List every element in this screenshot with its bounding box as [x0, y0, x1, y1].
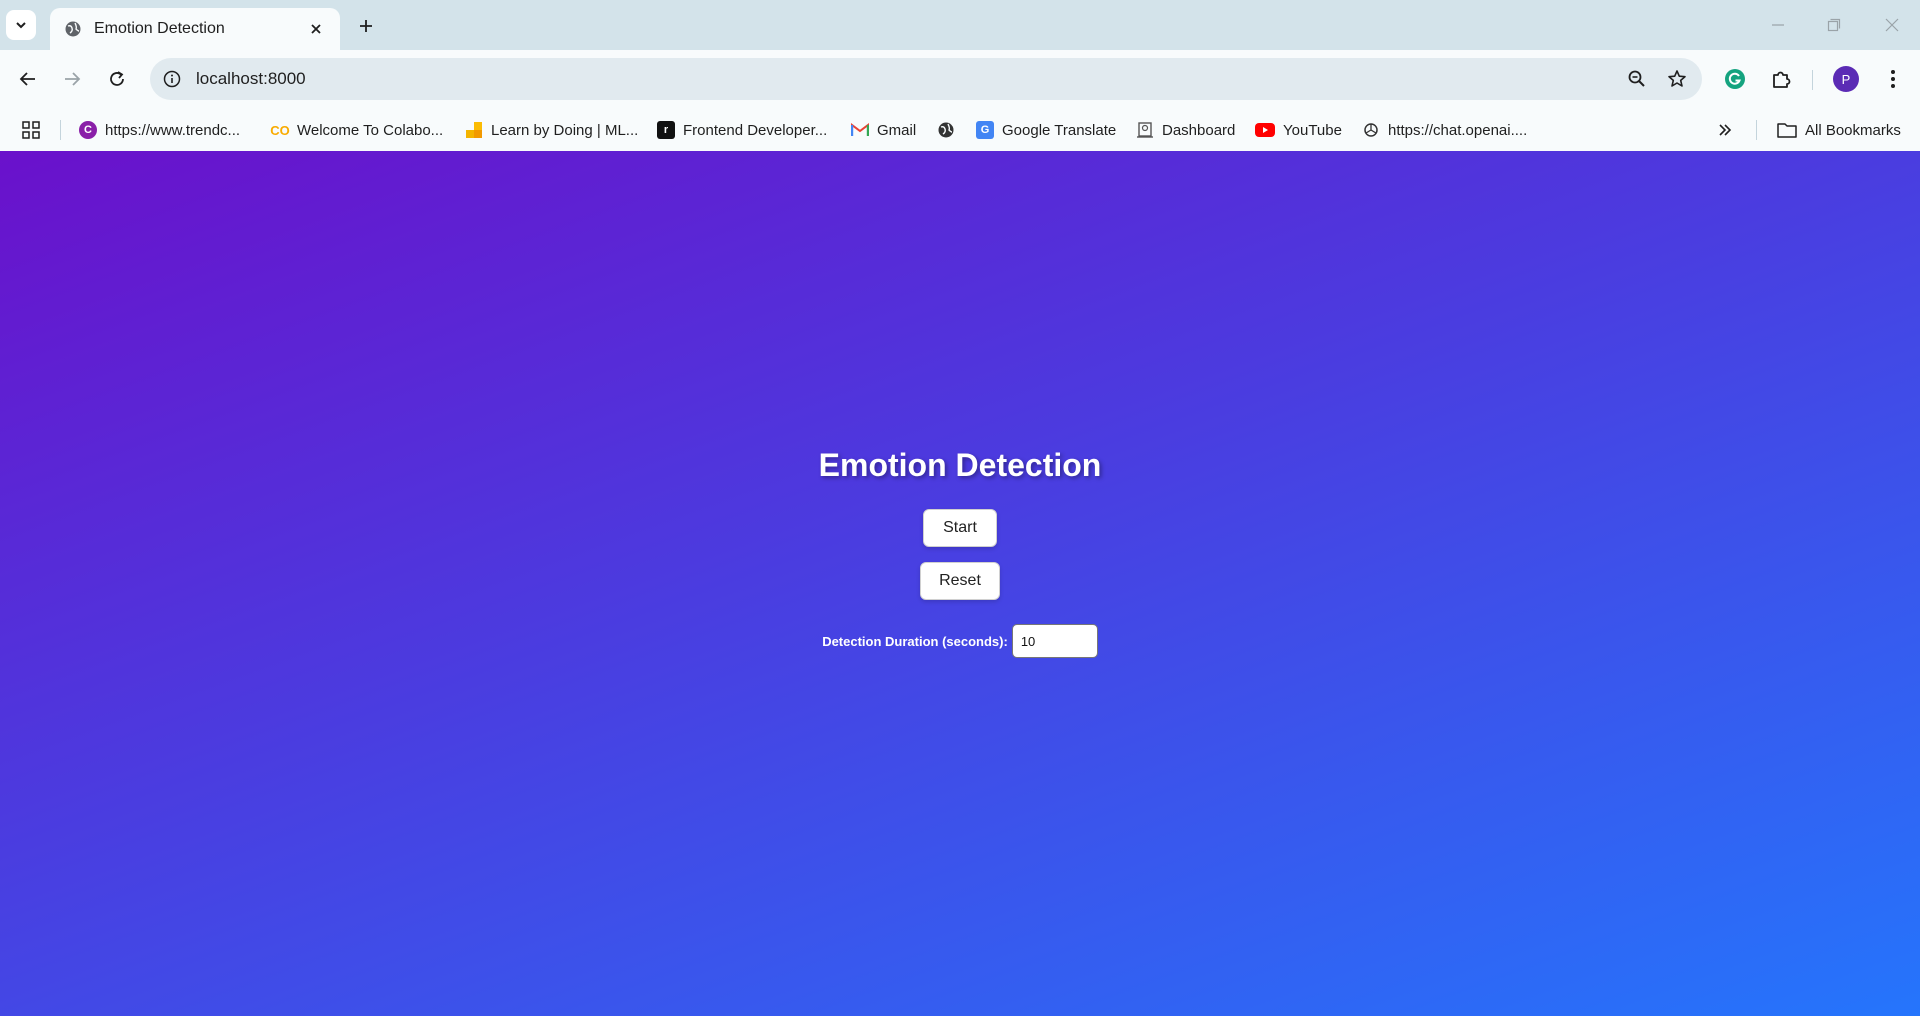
forward-button[interactable]: [57, 64, 87, 94]
tab-strip: Emotion Detection: [0, 0, 1920, 50]
openai-icon: [1362, 121, 1380, 139]
back-button[interactable]: [13, 64, 43, 94]
bookmarks-divider: [60, 120, 61, 140]
bookmark-google-translate[interactable]: G Google Translate: [976, 118, 1116, 142]
bookmark-star-icon[interactable]: [1662, 64, 1692, 94]
bookmark-label: Google Translate: [1002, 121, 1117, 139]
bookmark-gmail[interactable]: Gmail: [851, 118, 916, 142]
bookmark-label: https://www.trendc...: [105, 121, 241, 139]
tab-title: Emotion Detection: [94, 20, 225, 37]
tab-search-button[interactable]: [6, 10, 36, 40]
bookmark-frontend-developer[interactable]: r Frontend Developer...: [657, 118, 827, 142]
trendc-icon: C: [79, 121, 97, 139]
avatar: P: [1833, 66, 1859, 92]
plus-icon: [360, 20, 372, 32]
duration-input[interactable]: [1011, 624, 1098, 658]
kebab-menu-icon: [1891, 70, 1895, 88]
bookmark-youtube[interactable]: YouTube: [1255, 118, 1342, 142]
restore-button[interactable]: [1814, 10, 1854, 40]
bookmark-chat-openai[interactable]: https://chat.openai....: [1362, 118, 1527, 142]
toolbar-divider: [1812, 70, 1813, 90]
bookmark-label: YouTube: [1283, 121, 1342, 139]
reload-icon: [110, 71, 124, 86]
site-info-icon[interactable]: [162, 69, 182, 89]
learn-icon: [465, 121, 483, 139]
bookmark-colab[interactable]: CO Welcome To Colabo...: [270, 118, 444, 142]
folder-icon: [1777, 121, 1797, 139]
extensions-puzzle-icon[interactable]: [1766, 64, 1796, 94]
bookmark-learn-by-doing[interactable]: Learn by Doing | ML...: [465, 118, 638, 142]
menu-button[interactable]: [1878, 64, 1908, 94]
double-chevron-right-icon: [1719, 124, 1732, 136]
reset-button[interactable]: Reset: [920, 562, 1000, 600]
start-button[interactable]: Start: [923, 509, 997, 547]
chevron-down-icon: [16, 22, 26, 29]
bookmark-dashboard[interactable]: Dashboard: [1136, 118, 1235, 142]
duration-label: Detection Duration (seconds):: [822, 633, 1008, 649]
close-icon: [1885, 18, 1899, 32]
page-title: Emotion Detection: [818, 447, 1102, 483]
profile-button[interactable]: P: [1831, 64, 1861, 94]
close-tab-icon[interactable]: [306, 19, 326, 39]
translate-icon: G: [976, 121, 994, 139]
bookmark-trendc[interactable]: C https://www.trendc...: [79, 118, 240, 142]
bookmarks-bar: C https://www.trendc... CO Welcome To Co…: [0, 108, 1920, 151]
more-bookmarks-button[interactable]: [1718, 118, 1732, 142]
grammarly-extension-icon[interactable]: [1720, 64, 1750, 94]
minimize-icon: [1772, 24, 1784, 26]
bookmark-label: Dashboard: [1162, 121, 1236, 139]
url-text[interactable]: localhost:8000: [196, 69, 1622, 89]
youtube-icon: [1255, 121, 1275, 139]
zoom-icon[interactable]: [1622, 64, 1652, 94]
active-tab[interactable]: Emotion Detection: [50, 8, 340, 50]
all-bookmarks-button[interactable]: All Bookmarks: [1777, 118, 1901, 142]
bookmark-globe[interactable]: [937, 118, 955, 142]
globe-icon: [937, 121, 955, 139]
restore-icon: [1827, 18, 1841, 32]
minimize-button[interactable]: [1758, 10, 1798, 40]
close-window-button[interactable]: [1872, 10, 1912, 40]
browser-toolbar: localhost:8000 P: [0, 50, 1920, 108]
frontend-icon: r: [657, 121, 675, 139]
all-bookmarks-label: All Bookmarks: [1805, 121, 1901, 139]
page-content: Emotion Detection Start Reset Detection …: [0, 151, 1920, 1016]
bookmark-label: Welcome To Colabo...: [297, 121, 444, 139]
address-bar[interactable]: localhost:8000: [150, 58, 1702, 100]
gmail-icon: [851, 121, 869, 139]
globe-icon: [65, 21, 81, 37]
bookmark-label: Gmail: [877, 121, 917, 139]
colab-icon: CO: [270, 122, 290, 138]
bookmark-label: Frontend Developer...: [683, 121, 828, 139]
bookmarks-divider: [1756, 120, 1757, 140]
reload-button[interactable]: [102, 64, 132, 94]
arrow-left-icon: [19, 72, 35, 86]
bookmark-label: https://chat.openai....: [1388, 121, 1528, 139]
apps-button[interactable]: [22, 118, 40, 142]
bookmark-label: Learn by Doing | ML...: [491, 121, 639, 139]
dashboard-icon: [1136, 121, 1154, 139]
apps-grid-icon: [22, 121, 40, 139]
arrow-right-icon: [65, 72, 81, 86]
new-tab-button[interactable]: [352, 12, 380, 40]
duration-row: Detection Duration (seconds):: [0, 624, 1920, 658]
